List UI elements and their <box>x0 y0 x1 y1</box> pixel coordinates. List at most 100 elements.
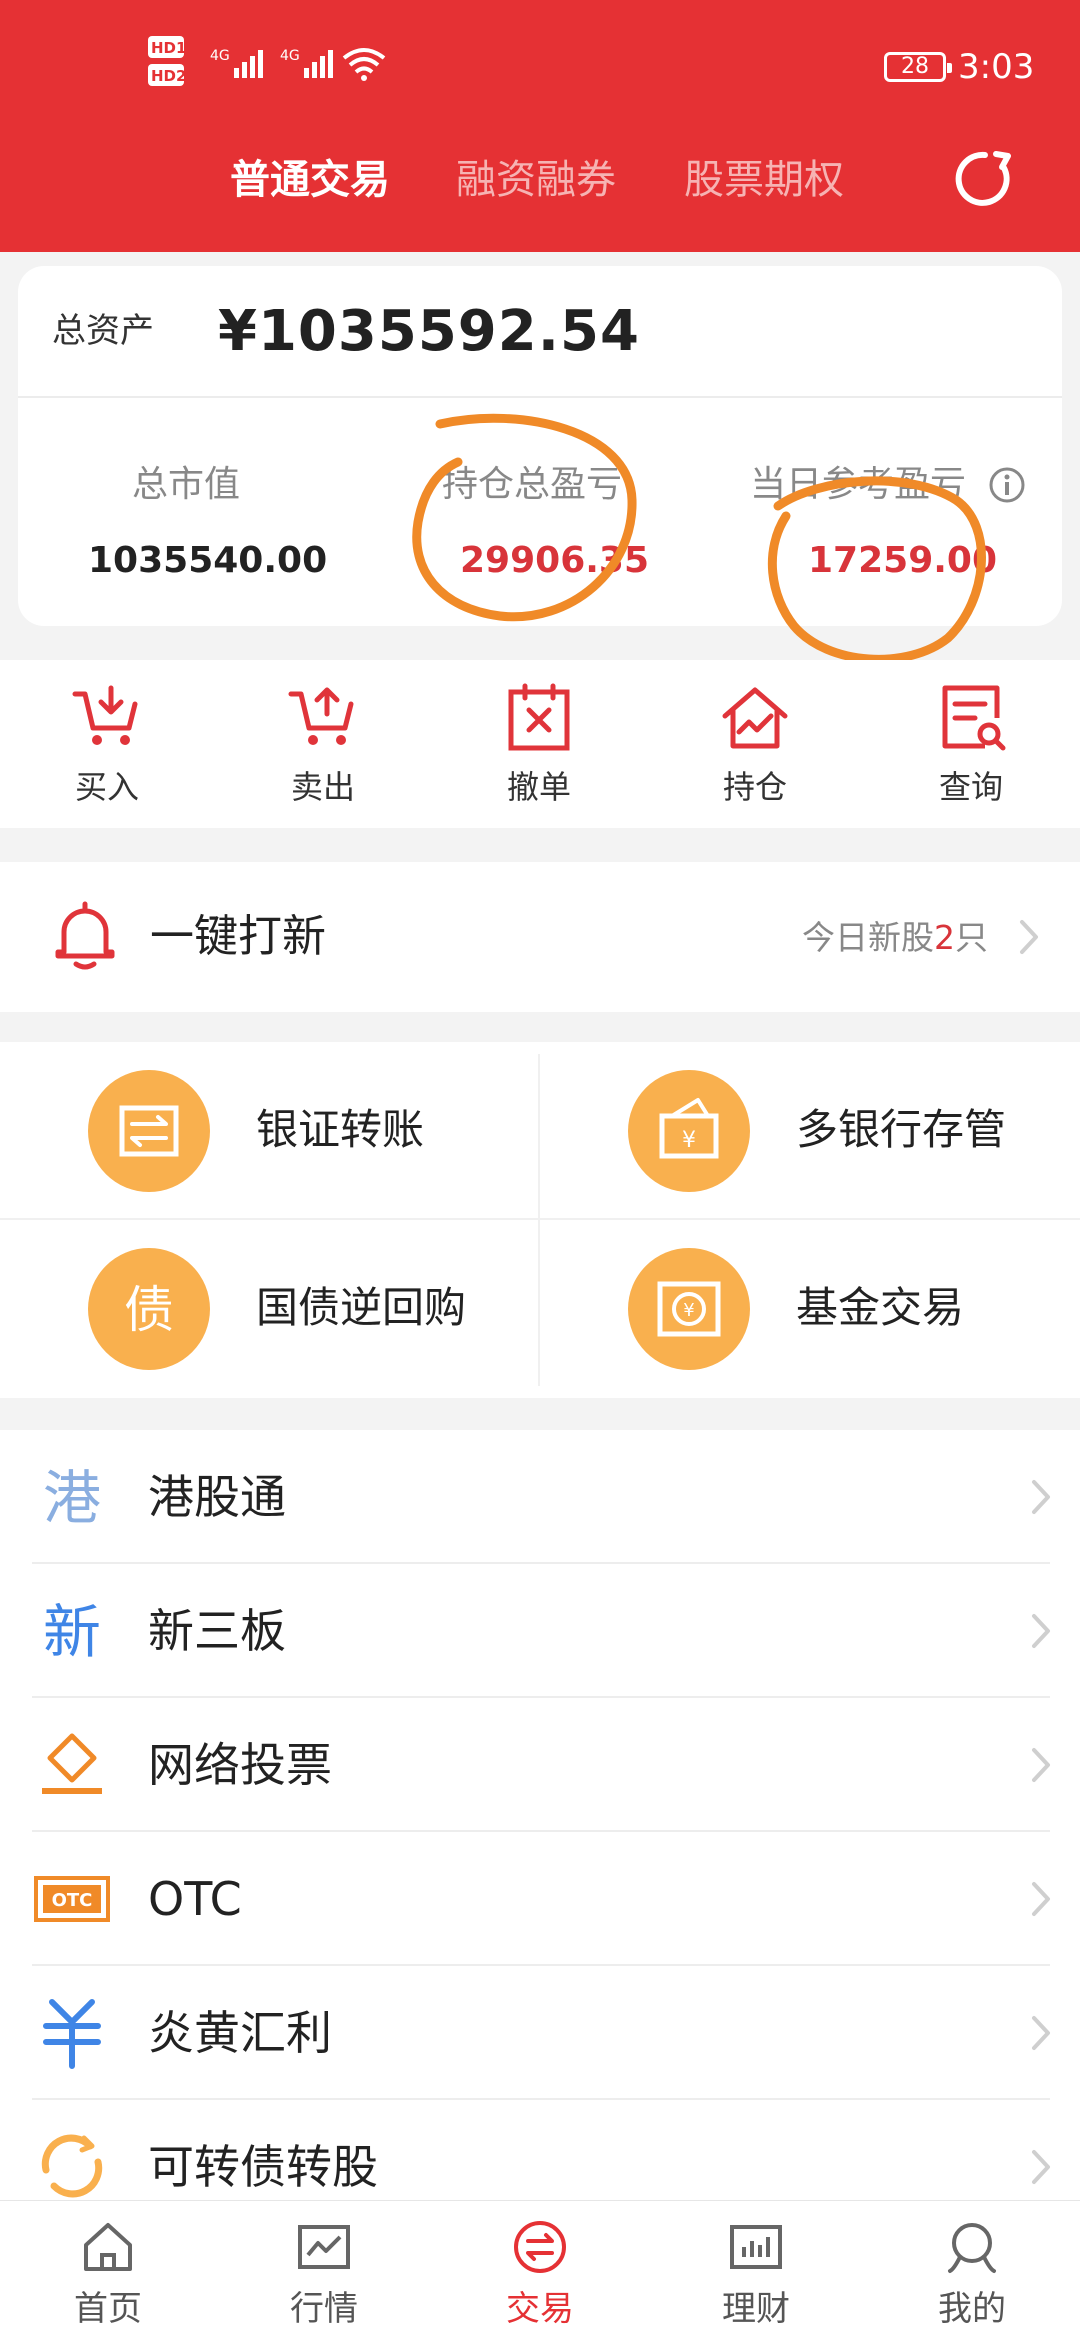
grid-bank-transfer[interactable]: 银证转账 <box>0 1042 540 1220</box>
grid-fund-trade[interactable]: ¥ 基金交易 <box>540 1220 1080 1398</box>
status-hd1: HD1 <box>151 39 186 57</box>
yen-icon <box>43 1999 101 2069</box>
status-signal-icons: HD1 HD2 4G 4G <box>148 36 386 86</box>
grid-icon-circle: 债 <box>88 1248 210 1370</box>
query-doc-icon <box>942 685 1006 751</box>
position-house-icon <box>722 687 788 749</box>
action-buy-label: 买入 <box>74 768 139 806</box>
action-position-label: 持仓 <box>722 768 787 806</box>
chevron-right-icon <box>1032 1748 1050 1782</box>
status-hd2: HD2 <box>151 67 186 85</box>
nav-market-label: 行情 <box>290 2289 358 2329</box>
chevron-right-icon <box>1032 2016 1050 2050</box>
grid-treasury-repo-label: 国债逆回购 <box>256 1283 467 1332</box>
grid-bank-transfer-label: 银证转账 <box>256 1105 425 1154</box>
action-cancel[interactable]: 撤单 <box>464 660 614 828</box>
chevron-right-icon <box>1032 1614 1050 1648</box>
nav-trade[interactable]: 交易 <box>432 2201 648 2340</box>
grid-icon-circle: ¥ <box>628 1248 750 1370</box>
action-query-label: 查询 <box>938 768 1003 806</box>
nav-profile-label: 我的 <box>938 2289 1006 2329</box>
ipo-sub-suffix: 只 <box>955 918 988 957</box>
finance-icon <box>730 2225 782 2269</box>
one-click-ipo-row[interactable]: 一键打新 今日新股2只 <box>0 862 1080 1012</box>
fund-icon: ¥ <box>657 1281 721 1337</box>
card-divider <box>18 396 1062 398</box>
nav-home-label: 首页 <box>74 2289 142 2329</box>
hk-connect-icon: 港 <box>43 1464 101 1532</box>
bond-icon-text: 债 <box>124 1281 174 1339</box>
list-item-hk-connect-label: 港股通 <box>148 1470 286 1524</box>
total-assets-value: ¥1035592.54 <box>218 299 640 364</box>
vote-icon <box>42 1733 102 1794</box>
chevron-right-icon <box>1032 2150 1050 2184</box>
hk-icon-text: 港 <box>43 1464 101 1532</box>
bank-deposit-icon: ¥ <box>659 1098 719 1159</box>
list-item-neeq-label: 新三板 <box>148 1604 286 1658</box>
neeq-icon: 新 <box>43 1598 101 1666</box>
list-item-otc-label: OTC <box>148 1872 242 1926</box>
chevron-right-icon <box>1032 1480 1050 1514</box>
refresh-icon[interactable] <box>952 146 1018 212</box>
otc-icon-text: OTC <box>52 1890 93 1911</box>
chevron-right-icon <box>1032 1882 1050 1916</box>
holding-pnl-label: 持仓总盈亏 <box>442 464 623 505</box>
action-query[interactable]: 查询 <box>896 660 1046 828</box>
grid-fund-trade-label: 基金交易 <box>796 1283 965 1332</box>
cart-down-icon <box>72 685 138 745</box>
action-sell-label: 卖出 <box>290 768 355 806</box>
list-item-online-vote[interactable]: 网络投票 <box>0 1698 1080 1830</box>
quick-actions: 买入 卖出 撤单 持仓 查询 <box>0 660 1080 828</box>
action-buy[interactable]: 买入 <box>32 660 182 828</box>
grid-multi-bank-deposit-label: 多银行存管 <box>796 1105 1007 1154</box>
list-item-hk-connect[interactable]: 港 港股通 <box>0 1430 1080 1562</box>
svg-text:¥: ¥ <box>682 1128 696 1153</box>
chevron-right-icon <box>1020 920 1038 954</box>
tab-normal-trade[interactable]: 普通交易 <box>230 150 390 210</box>
convert-icon <box>41 2134 103 2198</box>
action-position[interactable]: 持仓 <box>680 660 830 828</box>
list-item-yanhuang[interactable]: 炎黄汇利 <box>0 1966 1080 2098</box>
bond-icon: 债 <box>124 1281 174 1339</box>
list-item-convertible-label: 可转债转股 <box>148 2140 378 2194</box>
otc-icon: OTC <box>34 1876 110 1922</box>
tab-margin-trade[interactable]: 融资融券 <box>456 150 616 210</box>
ipo-sub-prefix: 今日新股 <box>802 918 934 957</box>
nav-market[interactable]: 行情 <box>216 2201 432 2340</box>
nav-home[interactable]: 首页 <box>0 2201 216 2340</box>
nav-finance[interactable]: 理财 <box>648 2201 864 2340</box>
info-icon[interactable] <box>988 466 1026 504</box>
market-value: 1035540.00 <box>88 540 328 581</box>
tab-stock-options[interactable]: 股票期权 <box>684 150 844 210</box>
list-item-online-vote-label: 网络投票 <box>148 1738 332 1792</box>
service-grid: 银证转账 ¥ 多银行存管 债 国债逆回购 ¥ 基金交易 <box>0 1042 1080 1398</box>
ipo-today-count: 今日新股2只 <box>802 914 988 962</box>
daily-pnl-value: 17259.00 <box>808 540 998 581</box>
svg-text:¥: ¥ <box>683 1300 694 1321</box>
chart-icon <box>298 2225 350 2269</box>
cancel-order-icon <box>508 683 570 751</box>
status-net1: 4G <box>210 48 230 64</box>
nav-profile[interactable]: 我的 <box>864 2201 1080 2340</box>
action-cancel-label: 撤单 <box>506 768 571 806</box>
profile-icon <box>948 2223 996 2273</box>
grid-treasury-repo[interactable]: 债 国债逆回购 <box>0 1220 540 1398</box>
ipo-count: 2 <box>934 918 955 957</box>
holding-pnl-value: 29906.35 <box>460 540 650 581</box>
service-list: 港 港股通 新 新三板 网络投票 OTC OTC 炎黄汇利 可转债转股 <box>0 1430 1080 2220</box>
ipo-title: 一键打新 <box>150 911 326 962</box>
daily-pnl-label: 当日参考盈亏 <box>750 464 967 505</box>
status-net2: 4G <box>280 48 300 64</box>
list-item-otc[interactable]: OTC OTC <box>0 1832 1080 1964</box>
action-sell[interactable]: 卖出 <box>248 660 398 828</box>
grid-multi-bank-deposit[interactable]: ¥ 多银行存管 <box>540 1042 1080 1220</box>
bell-icon <box>55 901 115 970</box>
cart-up-icon <box>288 687 354 745</box>
neeq-icon-text: 新 <box>43 1598 101 1666</box>
battery-indicator: 28 <box>884 52 952 82</box>
total-assets-label: 总资产 <box>52 311 154 351</box>
list-item-neeq[interactable]: 新 新三板 <box>0 1564 1080 1696</box>
grid-icon-circle: ¥ <box>628 1070 750 1192</box>
home-icon <box>84 2223 132 2271</box>
nav-finance-label: 理财 <box>722 2289 790 2329</box>
